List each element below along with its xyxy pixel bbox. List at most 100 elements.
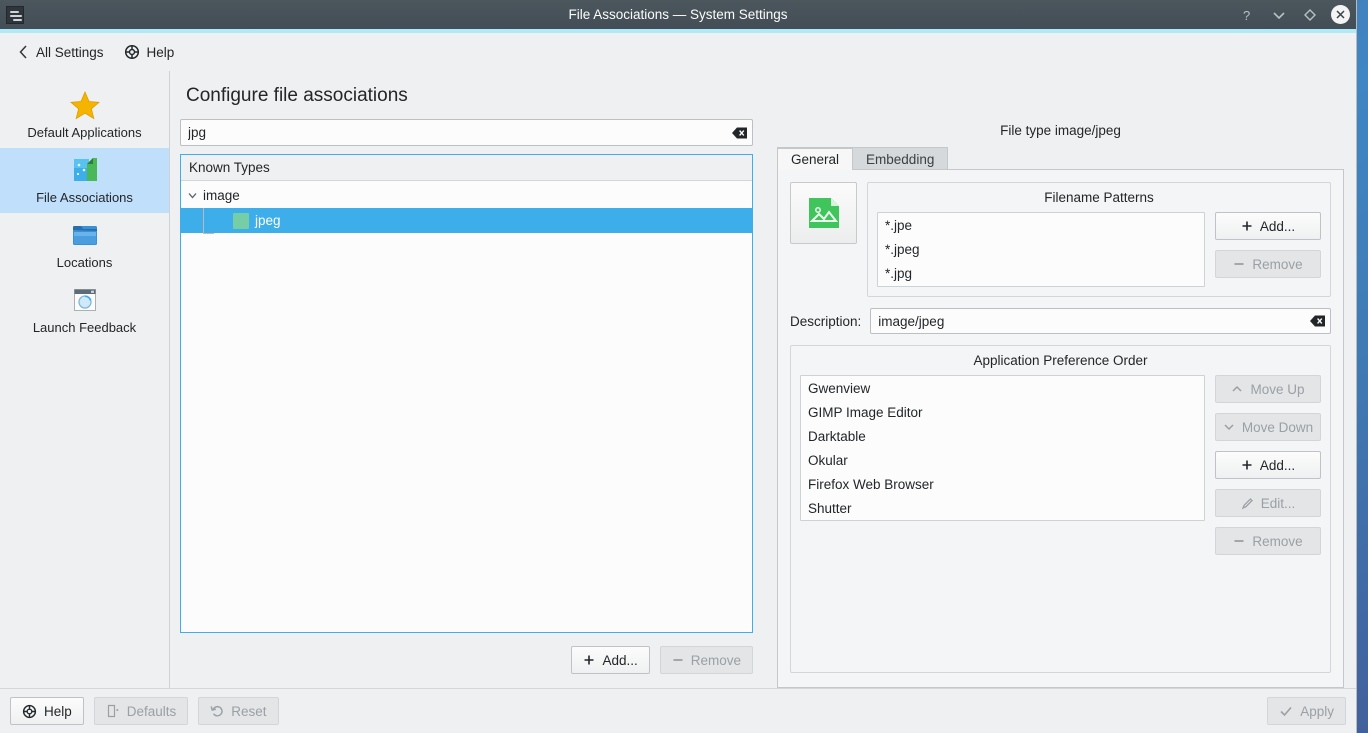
maximize-rhombus-icon[interactable] (1300, 5, 1319, 24)
description-label: Description: (790, 313, 862, 329)
known-types-tree[interactable]: Known Types image jpeg (180, 154, 753, 633)
settings-sliders-icon (6, 5, 24, 24)
page-title: Configure file associations (186, 85, 408, 106)
help-titlebar-icon[interactable]: ? (1238, 5, 1257, 24)
application-preference-list[interactable]: Gwenview GIMP Image Editor Darktable Oku… (800, 375, 1205, 521)
details-tabbar: General Embedding (777, 147, 1344, 170)
add-pattern-button[interactable]: Add... (1215, 212, 1321, 240)
lifesaver-icon (22, 704, 37, 719)
minus-icon (672, 654, 684, 666)
sidebar-item-label: File Associations (36, 190, 133, 205)
tree-row[interactable]: image (181, 183, 752, 208)
svg-text:?: ? (1243, 8, 1250, 22)
file-type-details-pane: File type image/jpeg General Embedding F… (763, 119, 1356, 688)
description-row: Description: (790, 297, 1331, 345)
filename-patterns-group: Filename Patterns *.jpe *.jpeg *.jpg Add… (867, 182, 1331, 297)
edit-application-button[interactable]: Edit... (1215, 489, 1321, 517)
chevron-down-icon[interactable] (181, 190, 203, 201)
remove-type-button[interactable]: Remove (659, 646, 753, 674)
list-item[interactable]: *.jpe (878, 213, 1204, 237)
file-associations-icon (68, 155, 102, 185)
file-type-heading: File type image/jpeg (1000, 123, 1121, 138)
minus-icon (1233, 258, 1245, 270)
move-down-button[interactable]: Move Down (1215, 413, 1321, 441)
clear-text-icon[interactable] (731, 126, 748, 140)
reset-label: Reset (231, 703, 267, 719)
tab-general[interactable]: General (777, 147, 854, 170)
chevron-down-icon (1223, 421, 1235, 433)
list-item[interactable]: Firefox Web Browser (801, 472, 1204, 496)
tree-row[interactable]: jpeg (181, 207, 752, 234)
check-icon (1279, 704, 1293, 718)
description-input[interactable] (870, 308, 1331, 334)
main-area: Configure file associations jpg Known Ty… (170, 71, 1356, 688)
add-application-button[interactable]: Add... (1215, 451, 1321, 479)
window-title: File Associations — System Settings (568, 7, 788, 22)
footer-help-button[interactable]: Help (10, 697, 84, 725)
tab-embedding[interactable]: Embedding (852, 147, 949, 170)
folder-icon (68, 220, 102, 250)
filename-patterns-list[interactable]: *.jpe *.jpeg *.jpg (877, 212, 1205, 287)
tree-action-buttons: Add... Remove (180, 633, 753, 688)
reset-button[interactable]: Reset (198, 697, 279, 725)
patterns-row: Filename Patterns *.jpe *.jpeg *.jpg Add… (790, 182, 1331, 297)
preference-content: Gwenview GIMP Image Editor Darktable Oku… (800, 375, 1321, 663)
toolbar-help-label: Help (146, 44, 175, 60)
defaults-label: Defaults (126, 703, 177, 719)
sidebar-item-locations[interactable]: Locations (0, 213, 169, 278)
tree-body: image jpeg (181, 181, 752, 234)
tab-general-label: General (791, 152, 840, 167)
chevron-left-icon (18, 44, 29, 60)
all-settings-button[interactable]: All Settings (10, 40, 112, 64)
defaults-button[interactable]: Defaults (93, 697, 189, 725)
sidebar-item-default-applications[interactable]: Default Applications (0, 83, 169, 148)
file-type-icon-button[interactable] (790, 182, 857, 244)
pencil-icon (1241, 497, 1254, 510)
sidebar-item-launch-feedback[interactable]: Launch Feedback (0, 278, 169, 343)
preference-buttons: Move Up Move Down Add... Edit... Remove (1215, 375, 1321, 555)
list-item[interactable]: Okular (801, 448, 1204, 472)
add-application-label: Add... (1259, 457, 1296, 473)
footer-help-label: Help (44, 703, 72, 719)
plus-icon (583, 654, 595, 666)
toolbar-help-button[interactable]: Help (116, 40, 183, 64)
general-tab-panel: Filename Patterns *.jpe *.jpeg *.jpg Add… (777, 169, 1344, 688)
apply-label: Apply (1300, 703, 1334, 719)
list-item[interactable]: Shutter (801, 496, 1204, 520)
sidebar-item-file-associations[interactable]: File Associations (0, 148, 169, 213)
star-icon (68, 90, 102, 120)
list-item[interactable]: *.jpeg (878, 237, 1204, 261)
remove-application-label: Remove (1252, 533, 1303, 549)
window-titlebar: File Associations — System Settings ? (0, 0, 1356, 33)
tree-node-label: image (203, 188, 240, 203)
all-settings-label: All Settings (36, 44, 104, 60)
remove-type-label: Remove (690, 652, 741, 668)
list-item[interactable]: GIMP Image Editor (801, 400, 1204, 424)
close-icon[interactable] (1331, 5, 1350, 24)
search-input[interactable] (180, 119, 753, 146)
main-toolbar: All Settings Help (0, 33, 1356, 71)
window-controls: ? (1238, 5, 1350, 24)
list-item[interactable]: Gwenview (801, 376, 1204, 400)
lifesaver-icon (124, 44, 140, 60)
image-file-icon (805, 194, 843, 232)
plus-icon (1241, 220, 1253, 232)
edit-application-label: Edit... (1260, 495, 1296, 511)
launch-feedback-icon (68, 285, 102, 315)
patterns-buttons: Add... Remove (1215, 212, 1321, 278)
add-type-button[interactable]: Add... (571, 646, 650, 674)
minimize-chevron-down-icon[interactable] (1269, 5, 1288, 24)
list-item[interactable]: Darktable (801, 424, 1204, 448)
move-up-label: Move Up (1250, 381, 1305, 397)
list-item[interactable]: *.jpg (878, 261, 1204, 285)
known-types-pane: Known Types image (170, 119, 763, 688)
undo-icon (210, 704, 224, 718)
clear-text-icon[interactable] (1309, 314, 1326, 328)
remove-pattern-button[interactable]: Remove (1215, 250, 1321, 278)
window-content: Default Applications File Associations L… (0, 71, 1356, 688)
remove-application-button[interactable]: Remove (1215, 527, 1321, 555)
search-row (180, 119, 753, 146)
move-up-button[interactable]: Move Up (1215, 375, 1321, 403)
apply-button[interactable]: Apply (1267, 697, 1346, 725)
settings-sidebar: Default Applications File Associations L… (0, 71, 170, 688)
